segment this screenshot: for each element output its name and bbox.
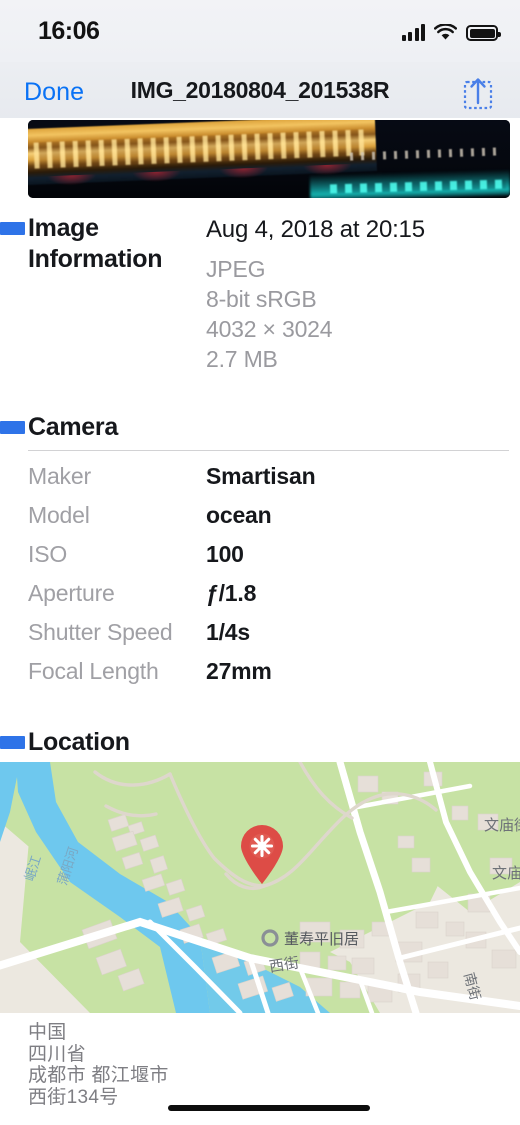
section-marker-icon — [0, 421, 25, 434]
image-color-depth: 8-bit sRGB — [206, 286, 317, 312]
section-header-location: Location — [0, 727, 200, 758]
section-title-camera: Camera — [28, 413, 118, 441]
camera-row: Shutter Speed 1/4s — [0, 619, 520, 658]
phone-screen: 16:06 Done IMG_20180804_201538R Image In… — [0, 0, 520, 1125]
camera-row-label: Maker — [28, 463, 91, 489]
map-label-wenmiao-1: 文庙街 — [484, 816, 520, 834]
map-label-poi: 董寿平旧居 — [284, 930, 359, 948]
section-marker-icon — [0, 736, 25, 749]
section-title-line2: Information — [28, 245, 163, 273]
image-format: JPEG — [206, 256, 266, 282]
status-bar: 16:06 — [0, 0, 520, 62]
camera-row-value: Smartisan — [206, 463, 316, 489]
share-upload-icon[interactable] — [456, 73, 500, 111]
camera-row-value: ƒ/1.8 — [206, 580, 257, 606]
camera-row-label: Focal Length — [28, 658, 159, 684]
wifi-icon — [433, 23, 458, 41]
section-header-image-information: Image Information — [0, 213, 200, 275]
camera-row-value: 27mm — [206, 658, 272, 684]
camera-row: Maker Smartisan — [0, 463, 520, 502]
camera-row: Focal Length 27mm — [0, 658, 520, 697]
location-map[interactable]: 岷江 蒲阳河 董寿平旧居 西街 南街 文庙街 文庙街 — [0, 762, 520, 1013]
camera-row-label: Model — [28, 502, 90, 528]
cellular-bars-icon — [401, 24, 425, 41]
image-dimensions: 4032 × 3024 — [206, 316, 333, 342]
image-filesize: 2.7 MB — [206, 346, 278, 372]
section-title-location: Location — [28, 728, 130, 756]
address-line: 中国 — [28, 1022, 67, 1043]
camera-row-value: 100 — [206, 541, 244, 567]
status-bar-clock: 16:06 — [38, 17, 100, 45]
section-header-camera: Camera — [0, 412, 200, 443]
page-title: IMG_20180804_201538R — [130, 76, 390, 103]
camera-row: ISO 100 — [0, 541, 520, 580]
image-info-values: Aug 4, 2018 at 20:15 JPEG 8-bit sRGB 403… — [206, 214, 425, 374]
camera-divider — [28, 450, 509, 451]
location-address: 中国 四川省 成都市 都江堰市 西街134号 — [28, 1022, 328, 1108]
camera-row: Model ocean — [0, 502, 520, 541]
camera-row: Aperture ƒ/1.8 — [0, 580, 520, 619]
section-title-line1: Image — [28, 214, 99, 242]
camera-table: Maker Smartisan Model ocean ISO 100 Aperture ƒ/… — [0, 463, 520, 697]
address-line: 四川省 — [28, 1043, 86, 1065]
section-marker-icon — [0, 222, 25, 235]
camera-row-label: Shutter Speed — [28, 619, 173, 645]
camera-row-label: Aperture — [28, 580, 115, 606]
photo-preview[interactable] — [28, 120, 510, 198]
image-capture-date: Aug 4, 2018 at 20:15 — [206, 216, 425, 243]
camera-row-value: ocean — [206, 502, 272, 528]
battery-full-icon — [466, 25, 501, 41]
camera-row-value: 1/4s — [206, 619, 250, 645]
map-canvas: 岷江 蒲阳河 董寿平旧居 西街 南街 文庙街 文庙街 — [0, 762, 520, 1013]
home-indicator[interactable] — [168, 1105, 370, 1111]
status-bar-icons — [401, 17, 501, 41]
address-line: 成都市 都江堰市 — [28, 1065, 169, 1086]
map-label-wenmiao-2: 文庙街 — [492, 864, 520, 882]
camera-row-label: ISO — [28, 541, 68, 567]
pin-rosette — [250, 834, 274, 858]
navigation-bar: Done IMG_20180804_201538R — [0, 62, 520, 118]
